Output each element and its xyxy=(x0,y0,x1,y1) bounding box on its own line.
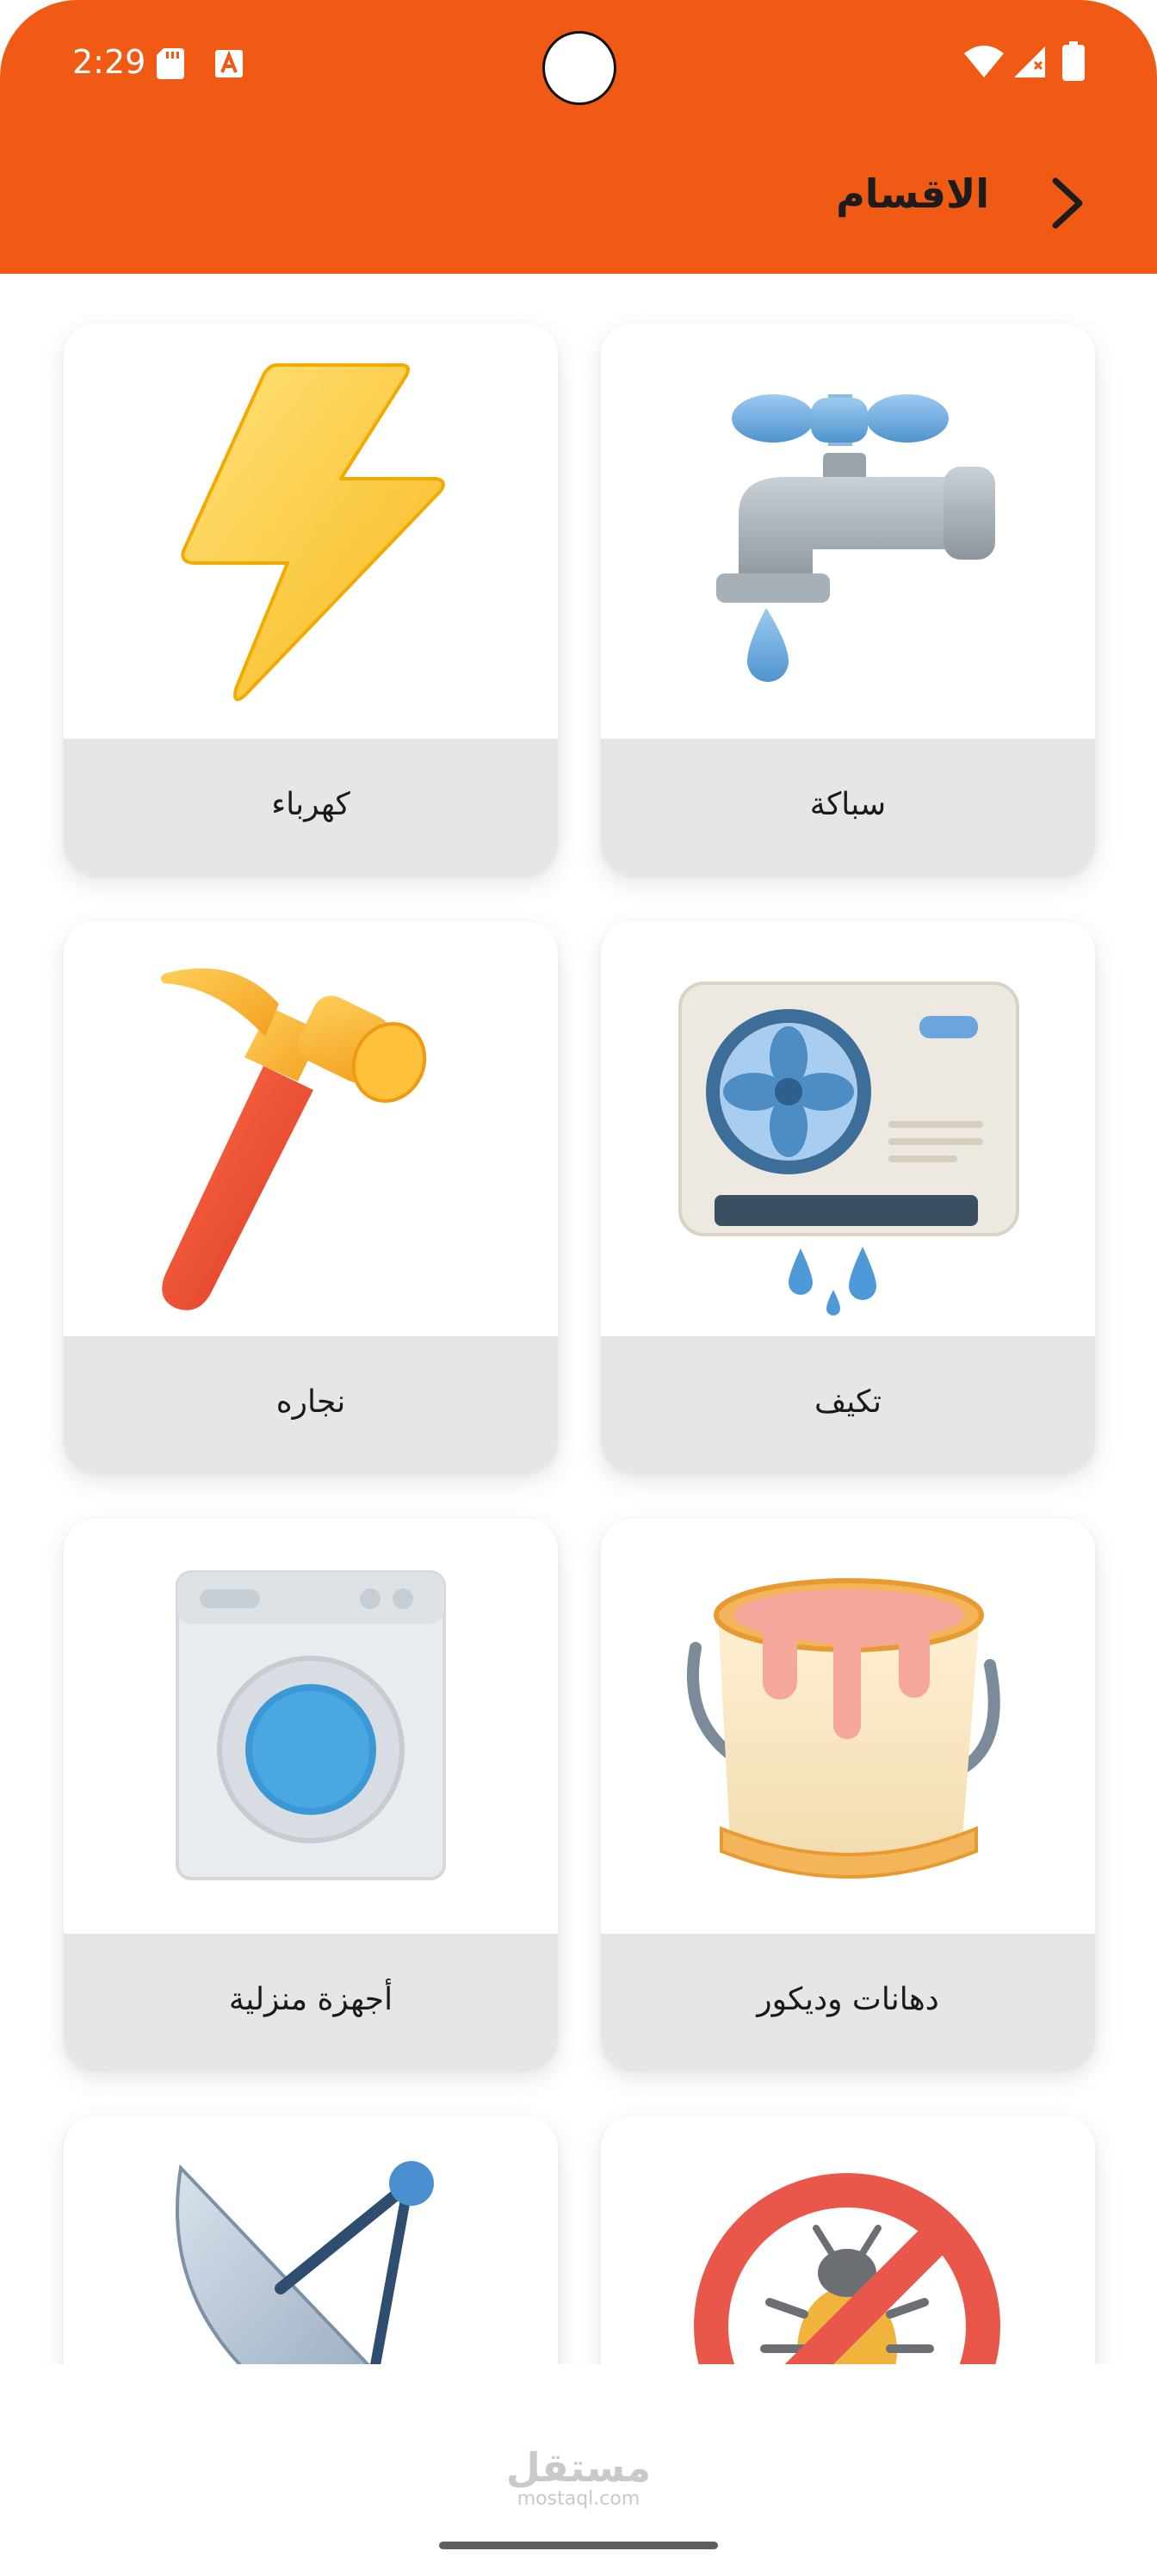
sd-card-icon xyxy=(157,48,184,79)
camera-cutout xyxy=(542,31,616,105)
battery-icon xyxy=(1062,41,1085,81)
washing-machine-icon xyxy=(176,1570,446,1880)
satellite-dish-icon xyxy=(175,2161,434,2364)
category-label: أجهزة منزلية xyxy=(228,1982,393,2017)
category-card-satellite[interactable] xyxy=(64,2116,558,2364)
category-label: كهرباء xyxy=(271,787,350,822)
category-card-home-appliances[interactable]: أجهزة منزلية xyxy=(64,1519,558,2070)
font-a-icon xyxy=(215,50,243,77)
category-card-paints-decor[interactable]: دهانات وديكور xyxy=(601,1519,1095,2070)
page-title: الاقسام xyxy=(836,170,989,217)
category-label-area: سباكة xyxy=(601,739,1095,875)
wifi-icon xyxy=(964,46,1004,77)
app-bar: 2:29 الاقسام xyxy=(0,0,1157,274)
hammer-icon xyxy=(160,968,427,1310)
category-label: دهانات وديكور xyxy=(757,1982,939,2017)
paint-bucket-icon xyxy=(686,1578,1000,1879)
back-button[interactable] xyxy=(1042,169,1093,238)
status-time: 2:29 xyxy=(72,43,146,81)
category-label: سباكة xyxy=(809,787,887,822)
category-label-area: نجاره xyxy=(64,1336,558,1472)
category-label-area: تكيف xyxy=(601,1336,1095,1472)
category-label: نجاره xyxy=(275,1384,346,1420)
category-label-area: أجهزة منزلية xyxy=(64,1934,558,2070)
category-label: تكيف xyxy=(814,1384,882,1420)
watermark-latin: mostaql.com xyxy=(517,2488,640,2510)
category-card-plumbing[interactable]: سباكة xyxy=(601,324,1095,875)
no-pest-icon xyxy=(694,2173,1000,2364)
category-card-electricity[interactable]: كهرباء xyxy=(64,324,558,875)
category-card-pest-control[interactable] xyxy=(601,2116,1095,2364)
category-label-area: دهانات وديكور xyxy=(601,1934,1095,2070)
category-label-area: كهرباء xyxy=(64,739,558,875)
category-card-carpentry[interactable]: نجاره xyxy=(64,921,558,1472)
watermark-arabic: مستقل xyxy=(505,2444,652,2491)
lightning-bolt-icon xyxy=(181,363,445,702)
mostaql-watermark: مستقل mostaql.com xyxy=(0,2447,1157,2511)
air-conditioner-icon xyxy=(678,981,1019,1316)
category-card-air-conditioning[interactable]: تكيف xyxy=(601,921,1095,1472)
categories-grid: سباكة كهرباء تكيف نجاره دهانات وديكور أج… xyxy=(0,274,1157,2364)
home-indicator[interactable] xyxy=(439,2542,718,2549)
chevron-right-icon xyxy=(1052,177,1083,229)
signal-icon xyxy=(1014,46,1045,77)
faucet-icon xyxy=(716,394,995,682)
